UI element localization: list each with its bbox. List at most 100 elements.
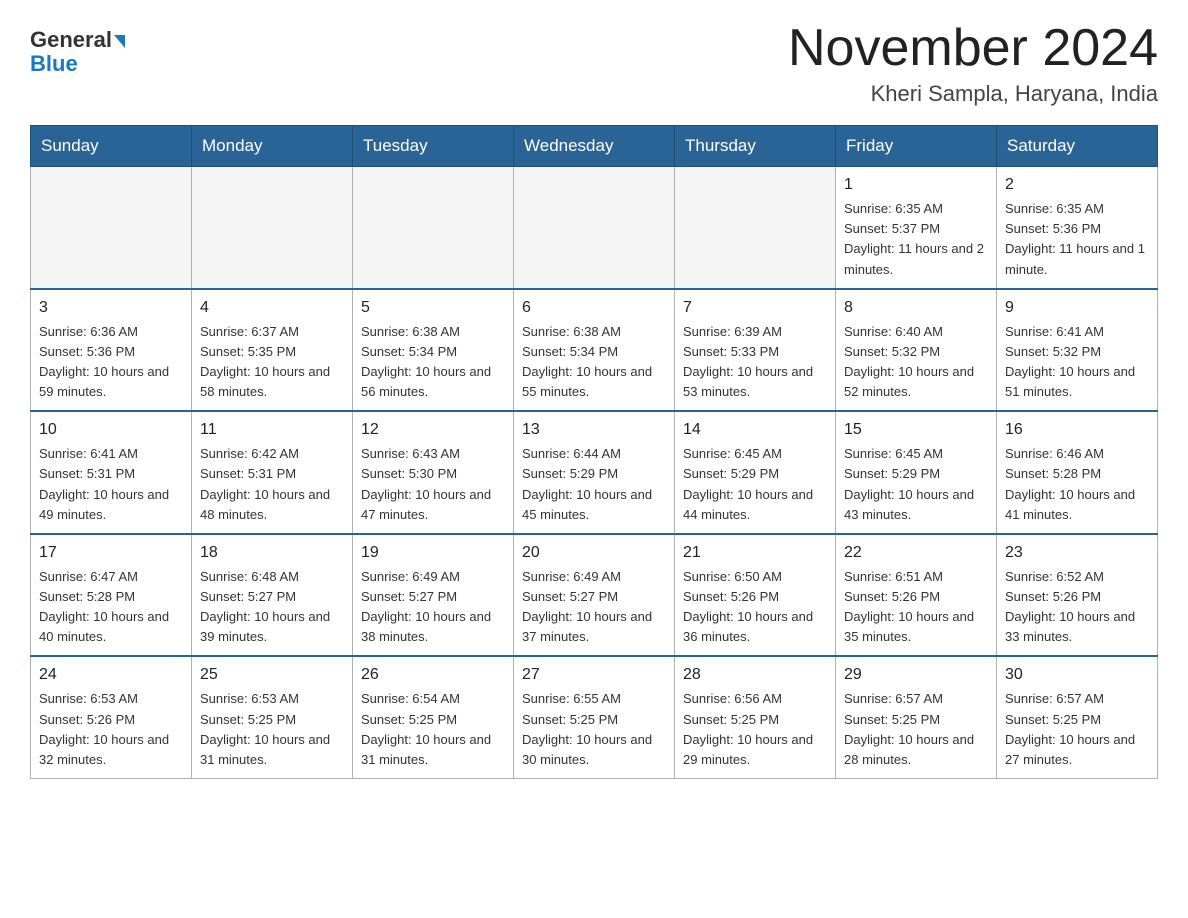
calendar-cell: 29Sunrise: 6:57 AMSunset: 5:25 PMDayligh…: [836, 656, 997, 778]
calendar-cell: 11Sunrise: 6:42 AMSunset: 5:31 PMDayligh…: [192, 411, 353, 534]
day-number: 2: [1005, 173, 1149, 197]
day-number: 28: [683, 663, 827, 687]
day-info: Sunrise: 6:56 AMSunset: 5:25 PMDaylight:…: [683, 689, 827, 770]
day-info: Sunrise: 6:46 AMSunset: 5:28 PMDaylight:…: [1005, 444, 1149, 525]
day-number: 25: [200, 663, 344, 687]
day-info: Sunrise: 6:50 AMSunset: 5:26 PMDaylight:…: [683, 567, 827, 648]
day-info: Sunrise: 6:37 AMSunset: 5:35 PMDaylight:…: [200, 322, 344, 403]
day-info: Sunrise: 6:55 AMSunset: 5:25 PMDaylight:…: [522, 689, 666, 770]
day-number: 11: [200, 418, 344, 442]
calendar-cell: 7Sunrise: 6:39 AMSunset: 5:33 PMDaylight…: [675, 289, 836, 412]
day-number: 1: [844, 173, 988, 197]
day-number: 24: [39, 663, 183, 687]
day-info: Sunrise: 6:38 AMSunset: 5:34 PMDaylight:…: [522, 322, 666, 403]
calendar-week-4: 17Sunrise: 6:47 AMSunset: 5:28 PMDayligh…: [31, 534, 1158, 657]
day-number: 21: [683, 541, 827, 565]
day-info: Sunrise: 6:57 AMSunset: 5:25 PMDaylight:…: [1005, 689, 1149, 770]
day-number: 6: [522, 296, 666, 320]
day-number: 15: [844, 418, 988, 442]
calendar-week-2: 3Sunrise: 6:36 AMSunset: 5:36 PMDaylight…: [31, 289, 1158, 412]
calendar-cell: 16Sunrise: 6:46 AMSunset: 5:28 PMDayligh…: [997, 411, 1158, 534]
day-number: 16: [1005, 418, 1149, 442]
calendar-cell: 20Sunrise: 6:49 AMSunset: 5:27 PMDayligh…: [514, 534, 675, 657]
day-info: Sunrise: 6:41 AMSunset: 5:31 PMDaylight:…: [39, 444, 183, 525]
calendar-cell: 4Sunrise: 6:37 AMSunset: 5:35 PMDaylight…: [192, 289, 353, 412]
day-header-saturday: Saturday: [997, 126, 1158, 167]
day-info: Sunrise: 6:36 AMSunset: 5:36 PMDaylight:…: [39, 322, 183, 403]
calendar-cell: [514, 167, 675, 289]
logo-blue: Blue: [30, 51, 78, 76]
day-info: Sunrise: 6:45 AMSunset: 5:29 PMDaylight:…: [683, 444, 827, 525]
day-number: 19: [361, 541, 505, 565]
calendar-cell: 13Sunrise: 6:44 AMSunset: 5:29 PMDayligh…: [514, 411, 675, 534]
logo-general: General: [30, 27, 112, 52]
day-info: Sunrise: 6:52 AMSunset: 5:26 PMDaylight:…: [1005, 567, 1149, 648]
day-number: 20: [522, 541, 666, 565]
calendar-week-5: 24Sunrise: 6:53 AMSunset: 5:26 PMDayligh…: [31, 656, 1158, 778]
day-number: 18: [200, 541, 344, 565]
day-header-thursday: Thursday: [675, 126, 836, 167]
day-number: 29: [844, 663, 988, 687]
day-info: Sunrise: 6:49 AMSunset: 5:27 PMDaylight:…: [361, 567, 505, 648]
day-number: 7: [683, 296, 827, 320]
title-section: November 2024 Kheri Sampla, Haryana, Ind…: [788, 20, 1158, 107]
calendar-cell: 3Sunrise: 6:36 AMSunset: 5:36 PMDaylight…: [31, 289, 192, 412]
day-number: 22: [844, 541, 988, 565]
logo: General Blue: [30, 20, 125, 76]
day-number: 10: [39, 418, 183, 442]
day-info: Sunrise: 6:57 AMSunset: 5:25 PMDaylight:…: [844, 689, 988, 770]
calendar-cell: 5Sunrise: 6:38 AMSunset: 5:34 PMDaylight…: [353, 289, 514, 412]
day-info: Sunrise: 6:41 AMSunset: 5:32 PMDaylight:…: [1005, 322, 1149, 403]
day-info: Sunrise: 6:35 AMSunset: 5:37 PMDaylight:…: [844, 199, 988, 280]
day-info: Sunrise: 6:49 AMSunset: 5:27 PMDaylight:…: [522, 567, 666, 648]
day-info: Sunrise: 6:42 AMSunset: 5:31 PMDaylight:…: [200, 444, 344, 525]
calendar-subtitle: Kheri Sampla, Haryana, India: [788, 81, 1158, 107]
day-info: Sunrise: 6:43 AMSunset: 5:30 PMDaylight:…: [361, 444, 505, 525]
calendar-cell: 30Sunrise: 6:57 AMSunset: 5:25 PMDayligh…: [997, 656, 1158, 778]
calendar-week-1: 1Sunrise: 6:35 AMSunset: 5:37 PMDaylight…: [31, 167, 1158, 289]
day-number: 30: [1005, 663, 1149, 687]
calendar-cell: 28Sunrise: 6:56 AMSunset: 5:25 PMDayligh…: [675, 656, 836, 778]
day-info: Sunrise: 6:53 AMSunset: 5:26 PMDaylight:…: [39, 689, 183, 770]
day-number: 4: [200, 296, 344, 320]
day-number: 23: [1005, 541, 1149, 565]
day-header-friday: Friday: [836, 126, 997, 167]
day-header-sunday: Sunday: [31, 126, 192, 167]
day-number: 12: [361, 418, 505, 442]
day-info: Sunrise: 6:48 AMSunset: 5:27 PMDaylight:…: [200, 567, 344, 648]
calendar-cell: 24Sunrise: 6:53 AMSunset: 5:26 PMDayligh…: [31, 656, 192, 778]
calendar-cell: 10Sunrise: 6:41 AMSunset: 5:31 PMDayligh…: [31, 411, 192, 534]
calendar-cell: [31, 167, 192, 289]
calendar-cell: 8Sunrise: 6:40 AMSunset: 5:32 PMDaylight…: [836, 289, 997, 412]
day-number: 8: [844, 296, 988, 320]
day-info: Sunrise: 6:54 AMSunset: 5:25 PMDaylight:…: [361, 689, 505, 770]
calendar-cell: [192, 167, 353, 289]
calendar-title: November 2024: [788, 20, 1158, 77]
day-info: Sunrise: 6:39 AMSunset: 5:33 PMDaylight:…: [683, 322, 827, 403]
calendar-cell: 26Sunrise: 6:54 AMSunset: 5:25 PMDayligh…: [353, 656, 514, 778]
calendar-cell: [675, 167, 836, 289]
day-info: Sunrise: 6:51 AMSunset: 5:26 PMDaylight:…: [844, 567, 988, 648]
day-info: Sunrise: 6:53 AMSunset: 5:25 PMDaylight:…: [200, 689, 344, 770]
day-number: 5: [361, 296, 505, 320]
day-info: Sunrise: 6:44 AMSunset: 5:29 PMDaylight:…: [522, 444, 666, 525]
day-header-monday: Monday: [192, 126, 353, 167]
calendar-cell: 14Sunrise: 6:45 AMSunset: 5:29 PMDayligh…: [675, 411, 836, 534]
calendar-cell: 9Sunrise: 6:41 AMSunset: 5:32 PMDaylight…: [997, 289, 1158, 412]
day-info: Sunrise: 6:35 AMSunset: 5:36 PMDaylight:…: [1005, 199, 1149, 280]
day-number: 17: [39, 541, 183, 565]
calendar-cell: 19Sunrise: 6:49 AMSunset: 5:27 PMDayligh…: [353, 534, 514, 657]
calendar-cell: 1Sunrise: 6:35 AMSunset: 5:37 PMDaylight…: [836, 167, 997, 289]
calendar-week-3: 10Sunrise: 6:41 AMSunset: 5:31 PMDayligh…: [31, 411, 1158, 534]
page-header: General Blue November 2024 Kheri Sampla,…: [30, 20, 1158, 107]
day-info: Sunrise: 6:38 AMSunset: 5:34 PMDaylight:…: [361, 322, 505, 403]
calendar-table: SundayMondayTuesdayWednesdayThursdayFrid…: [30, 125, 1158, 779]
day-number: 9: [1005, 296, 1149, 320]
day-number: 13: [522, 418, 666, 442]
calendar-cell: 18Sunrise: 6:48 AMSunset: 5:27 PMDayligh…: [192, 534, 353, 657]
calendar-header-row: SundayMondayTuesdayWednesdayThursdayFrid…: [31, 126, 1158, 167]
day-number: 27: [522, 663, 666, 687]
calendar-cell: 6Sunrise: 6:38 AMSunset: 5:34 PMDaylight…: [514, 289, 675, 412]
calendar-cell: 15Sunrise: 6:45 AMSunset: 5:29 PMDayligh…: [836, 411, 997, 534]
day-info: Sunrise: 6:45 AMSunset: 5:29 PMDaylight:…: [844, 444, 988, 525]
